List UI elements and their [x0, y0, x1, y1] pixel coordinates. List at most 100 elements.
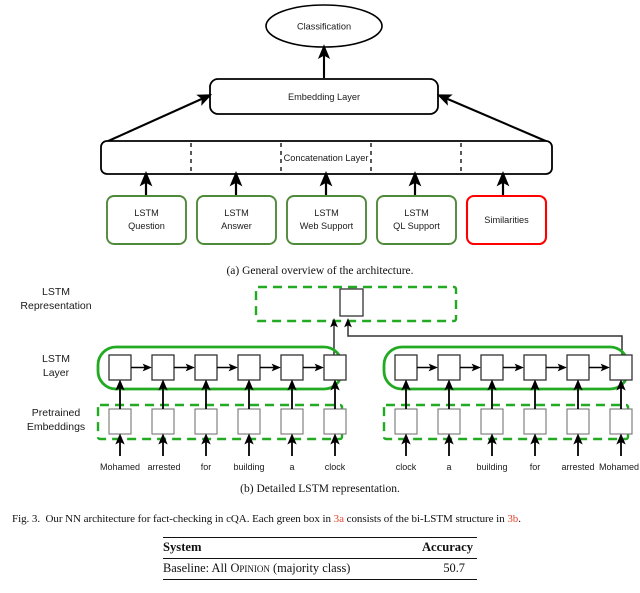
lstm-cell-bwd-4	[523, 354, 547, 381]
input-box-lstm-answer[interactable]: LSTM Answer	[196, 195, 277, 245]
embedding-cell-fwd-5	[280, 408, 304, 435]
token-fwd-6: clock	[325, 462, 346, 472]
figure-caption-text-3: .	[518, 513, 521, 525]
lstm-cells-backward	[394, 354, 633, 381]
subfigure-a-overview: Classification Embedding Layer Concatena…	[100, 4, 553, 246]
lstm-cell-fwd-4	[237, 354, 261, 381]
input-box-lstm-web-support[interactable]: LSTM Web Support	[286, 195, 367, 245]
input-box-1-line1: LSTM	[134, 208, 159, 218]
input-box-similarities[interactable]: Similarities	[465, 194, 548, 246]
input-box-1-line2: Question	[128, 221, 165, 231]
row-label-3-line2: Embeddings	[27, 421, 85, 433]
embedding-cell-bwd-3	[480, 408, 504, 435]
lstm-cell-bwd-5	[566, 354, 590, 381]
input-box-2-line2: Answer	[221, 221, 252, 231]
embedding-layer-label: Embedding Layer	[288, 92, 360, 102]
table-header-row: System Accuracy	[163, 537, 477, 559]
input-box-3-line1: LSTM	[314, 208, 339, 218]
input-box-lstm-question[interactable]: LSTM Question	[106, 195, 187, 245]
row-label-pretrained-embeddings: Pretrained Embeddings	[27, 407, 85, 433]
subfigure-b-lstm-detail: LSTM Representation LSTM Layer Pretraine…	[20, 285, 639, 472]
concatenation-layer-node: Concatenation Layer	[100, 140, 553, 175]
subfigure-b-caption: (b) Detailed LSTM representation.	[240, 483, 400, 495]
classification-label: Classification	[297, 22, 351, 32]
token-fwd-5: a	[289, 462, 294, 472]
classification-node: Classification	[265, 4, 383, 48]
lstm-representation-box	[339, 288, 364, 317]
row-label-1-line1: LSTM	[42, 286, 70, 298]
lstm-cell-fwd-1	[108, 354, 132, 381]
figure-caption-text-1: Our NN architecture for fact-checking in…	[45, 513, 334, 525]
token-fwd-2: arrested	[147, 462, 180, 472]
token-bwd-4: for	[530, 462, 541, 472]
results-table-wrapper: System Accuracy Baseline: All Opinion (m…	[163, 537, 477, 580]
token-fwd-4: building	[233, 462, 264, 472]
embeddings-group-backward	[382, 403, 630, 441]
lstm-cell-fwd-2	[151, 354, 175, 381]
input-box-5-line1: Similarities	[484, 215, 529, 225]
input-box-4-line2: QL Support	[393, 221, 440, 231]
table-cell-accuracy: 50.7	[405, 558, 477, 580]
token-bwd-3: building	[476, 462, 507, 472]
embedding-cell-bwd-6	[609, 408, 633, 435]
arrow-concat-right-to-embedding	[436, 94, 549, 143]
figure-caption-ref-3b[interactable]: 3b	[507, 513, 518, 525]
row-label-lstm-representation: LSTM Representation	[20, 286, 91, 312]
lstm-cell-fwd-3	[194, 354, 218, 381]
results-table-head: System Accuracy	[163, 537, 477, 559]
embedding-cell-fwd-6	[323, 408, 347, 435]
input-box-4-line1: LSTM	[404, 208, 429, 218]
token-bwd-2: a	[446, 462, 451, 472]
embedding-cells-forward	[108, 408, 347, 435]
token-fwd-3: for	[201, 462, 212, 472]
table-header-system: System	[163, 537, 406, 559]
row-label-2-line1: LSTM	[42, 353, 70, 365]
results-table: System Accuracy Baseline: All Opinion (m…	[163, 537, 477, 580]
table-header-accuracy: Accuracy	[405, 537, 477, 559]
subfigure-a-caption: (a) General overview of the architecture…	[226, 265, 414, 277]
input-box-2-line1: LSTM	[224, 208, 249, 218]
embeddings-group-forward	[96, 403, 344, 441]
arrow-concat-left-to-embedding	[105, 94, 213, 143]
concatenation-layer-label: Concatenation Layer	[284, 153, 369, 163]
token-labels-forward: Mohamed arrested for building a clock	[100, 462, 346, 472]
figure-3: Classification Embedding Layer Concatena…	[0, 0, 640, 593]
lstm-cell-bwd-3	[480, 354, 504, 381]
figure-caption-ref-3a[interactable]: 3a	[334, 513, 344, 525]
system-name-pre: Baseline: All	[163, 561, 231, 575]
figure-caption: Fig. 3. Our NN architecture for fact-che…	[12, 513, 630, 525]
token-bwd-5: arrested	[561, 462, 594, 472]
row-label-3-line1: Pretrained	[32, 407, 81, 419]
table-cell-system: Baseline: All Opinion (majority class)	[163, 558, 406, 580]
system-name-post: (majority class)	[269, 561, 351, 575]
arrows-word-to-embedding-forward	[115, 433, 340, 456]
embedding-cell-fwd-1	[108, 408, 132, 435]
embedding-cell-bwd-1	[394, 408, 418, 435]
row-label-lstm-layer: LSTM Layer	[42, 353, 70, 379]
figure-caption-label: Fig. 3.	[12, 513, 41, 525]
lstm-cell-bwd-2	[437, 354, 461, 381]
token-bwd-6: Mohamed	[599, 462, 639, 472]
embedding-cells-backward	[394, 408, 633, 435]
lstm-cell-bwd-1	[394, 354, 418, 381]
architecture-diagram: Classification Embedding Layer Concatena…	[20, 4, 639, 472]
arrows-word-to-embedding-backward	[401, 433, 626, 456]
input-box-3-line2: Web Support	[300, 221, 354, 231]
row-label-1-line2: Representation	[20, 300, 91, 312]
embedding-layer-node: Embedding Layer	[209, 78, 439, 115]
lstm-cell-bwd-6	[609, 354, 633, 381]
embedding-cell-bwd-4	[523, 408, 547, 435]
token-labels-backward: clock a building for arrested Mohamed	[396, 462, 639, 472]
system-name-smallcaps: Opinion	[230, 561, 270, 575]
embedding-cell-fwd-3	[194, 408, 218, 435]
embedding-cell-fwd-2	[151, 408, 175, 435]
token-fwd-1: Mohamed	[100, 462, 140, 472]
row-label-2-line2: Layer	[43, 367, 70, 379]
input-box-lstm-ql-support[interactable]: LSTM QL Support	[376, 195, 457, 245]
token-bwd-1: clock	[396, 462, 417, 472]
embedding-cell-fwd-4	[237, 408, 261, 435]
results-table-body: Baseline: All Opinion (majority class) 5…	[163, 558, 477, 580]
lstm-cell-fwd-5	[280, 354, 304, 381]
embedding-cell-bwd-5	[566, 408, 590, 435]
embedding-cell-bwd-2	[437, 408, 461, 435]
